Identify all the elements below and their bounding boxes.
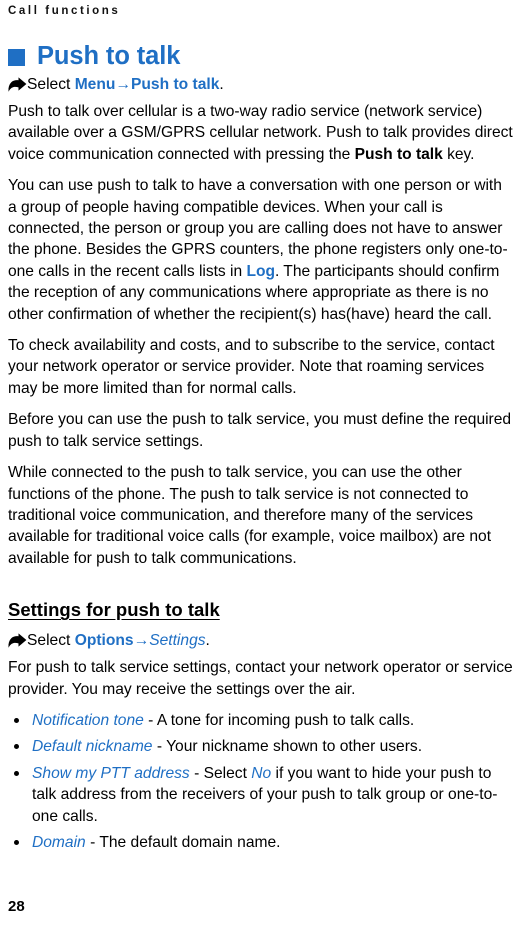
document-page: Call functions Push to talk Select Menu→…: [0, 0, 517, 925]
paragraph-overview-part2: key.: [442, 145, 475, 163]
select-options-text: Select Options→Settings.: [27, 630, 210, 651]
paragraph-usage: You can use push to talk to have a conve…: [8, 175, 514, 325]
bullet-dot-icon: [14, 839, 19, 845]
arrow-right-icon: [8, 633, 27, 649]
select-options-suffix: .: [205, 632, 210, 650]
arrow-right-icon: [8, 77, 27, 93]
page-number: 28: [8, 898, 25, 915]
setting-dash: -: [85, 833, 100, 851]
chapter-heading: Push to talk: [8, 42, 514, 70]
list-item: Default nickname - Your nickname shown t…: [8, 736, 514, 757]
setting-value-no[interactable]: No: [251, 765, 271, 782]
settings-list: Notification tone - A tone for incoming …: [8, 710, 514, 853]
list-item: Show my PTT address - Select No if you w…: [8, 763, 514, 827]
setting-term[interactable]: Notification tone: [32, 712, 144, 729]
section-heading-settings: Settings for push to talk: [8, 599, 220, 621]
path-separator-icon: →: [115, 76, 131, 93]
bullet-dot-icon: [14, 717, 19, 723]
push-to-talk-reference[interactable]: Push to talk: [131, 76, 219, 93]
bullet-dot-icon: [14, 770, 19, 776]
paragraph-availability: To check availability and costs, and to …: [8, 337, 495, 397]
settings-section: Settings for push to talk Select Options…: [8, 579, 514, 853]
select-options-instruction: Select Options→Settings.: [8, 630, 514, 651]
setting-term[interactable]: Domain: [32, 834, 86, 851]
setting-description: Select: [203, 764, 252, 782]
select-prefix: Select: [27, 76, 75, 93]
bullet-dot-icon: [14, 744, 19, 750]
setting-term[interactable]: Show my PTT address: [32, 765, 190, 782]
select-menu-instruction: Select Menu→Push to talk.: [8, 74, 514, 95]
setting-description: The default domain name.: [99, 833, 281, 851]
push-to-talk-key-label: Push to talk: [354, 145, 443, 163]
setting-description: A tone for incoming push to talk calls.: [156, 711, 415, 729]
setting-description: Your nickname shown to other users.: [166, 738, 423, 756]
list-item: Domain - The default domain name.: [8, 832, 514, 853]
paragraph-overview: Push to talk over cellular is a two-way …: [8, 101, 514, 165]
setting-dash: -: [143, 711, 157, 729]
paragraph-limitations: While connected to the push to talk serv…: [8, 464, 492, 567]
options-reference[interactable]: Options: [75, 632, 134, 649]
log-reference[interactable]: Log: [246, 263, 275, 280]
select-suffix: .: [219, 76, 224, 93]
paragraph-prerequisites: Before you can use the push to talk serv…: [8, 411, 512, 450]
running-header: Call functions: [8, 5, 121, 17]
menu-reference[interactable]: Menu: [75, 76, 116, 93]
blue-square-icon: [8, 48, 25, 66]
select-options-prefix: Select: [27, 632, 75, 650]
setting-dash: -: [189, 764, 204, 782]
select-menu-text: Select Menu→Push to talk.: [27, 74, 224, 95]
setting-term[interactable]: Default nickname: [32, 738, 152, 755]
path-separator-icon: →: [133, 632, 150, 650]
settings-reference[interactable]: Settings: [149, 632, 205, 649]
setting-dash: -: [152, 738, 167, 756]
page-title: Push to talk: [37, 42, 181, 70]
paragraph-settings-intro: For push to talk service settings, conta…: [8, 659, 513, 698]
list-item: Notification tone - A tone for incoming …: [8, 710, 514, 731]
